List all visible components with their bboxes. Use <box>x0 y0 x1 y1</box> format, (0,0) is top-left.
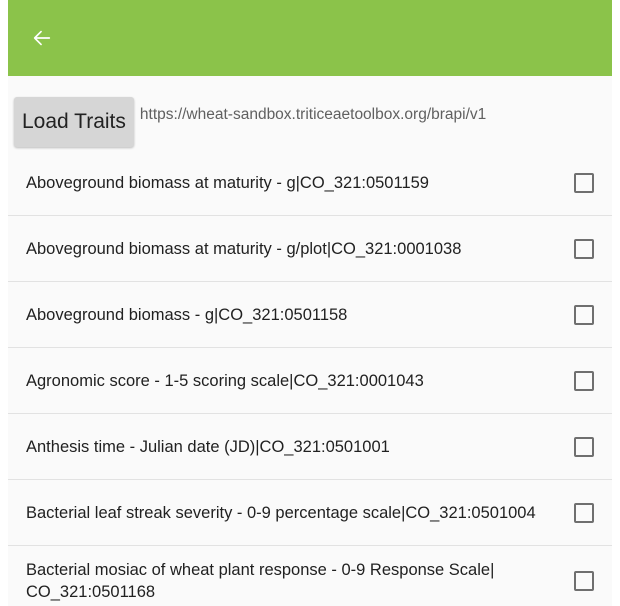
back-button[interactable] <box>26 22 58 54</box>
brapi-url: https://wheat-sandbox.triticeaetoolbox.o… <box>139 106 487 123</box>
trait-label: Aboveground biomass at maturity - g/plot… <box>26 239 462 258</box>
list-item[interactable]: Bacterial mosiac of wheat plant response… <box>8 546 612 606</box>
trait-list: Aboveground biomass at maturity - g|CO_3… <box>8 150 612 606</box>
trait-label: Bacterial leaf streak severity - 0-9 per… <box>26 503 536 522</box>
load-traits-button[interactable]: Load Traits <box>14 97 134 147</box>
trait-checkbox[interactable] <box>574 571 594 591</box>
trait-label: Agronomic score - 1-5 scoring scale|CO_3… <box>26 371 424 390</box>
trait-label: Aboveground biomass at maturity - g|CO_3… <box>26 173 429 192</box>
list-item[interactable]: Aboveground biomass - g|CO_321:0501158 <box>8 282 612 348</box>
app-bar <box>8 0 612 76</box>
list-item[interactable]: Bacterial leaf streak severity - 0-9 per… <box>8 480 612 546</box>
list-item[interactable]: Anthesis time - Julian date (JD)|CO_321:… <box>8 414 612 480</box>
trait-checkbox[interactable] <box>574 502 594 523</box>
trait-label: Bacterial mosiac of wheat plant response… <box>26 561 495 601</box>
app-screen: Load Traits https://wheat-sandbox.tritic… <box>8 0 612 606</box>
list-item[interactable]: Agronomic score - 1-5 scoring scale|CO_3… <box>8 348 612 414</box>
trait-label: Aboveground biomass - g|CO_321:0501158 <box>26 305 348 324</box>
trait-checkbox[interactable] <box>574 370 594 391</box>
trait-checkbox[interactable] <box>574 238 594 259</box>
list-item[interactable]: Aboveground biomass at maturity - g/plot… <box>8 216 612 282</box>
trait-checkbox[interactable] <box>574 436 594 457</box>
trait-checkbox[interactable] <box>574 172 594 193</box>
list-item[interactable]: Aboveground biomass at maturity - g|CO_3… <box>8 150 612 216</box>
trait-label: Anthesis time - Julian date (JD)|CO_321:… <box>26 437 390 456</box>
trait-checkbox[interactable] <box>574 304 594 325</box>
arrow-left-icon <box>33 30 51 46</box>
load-traits-row: Load Traits https://wheat-sandbox.tritic… <box>8 76 612 150</box>
